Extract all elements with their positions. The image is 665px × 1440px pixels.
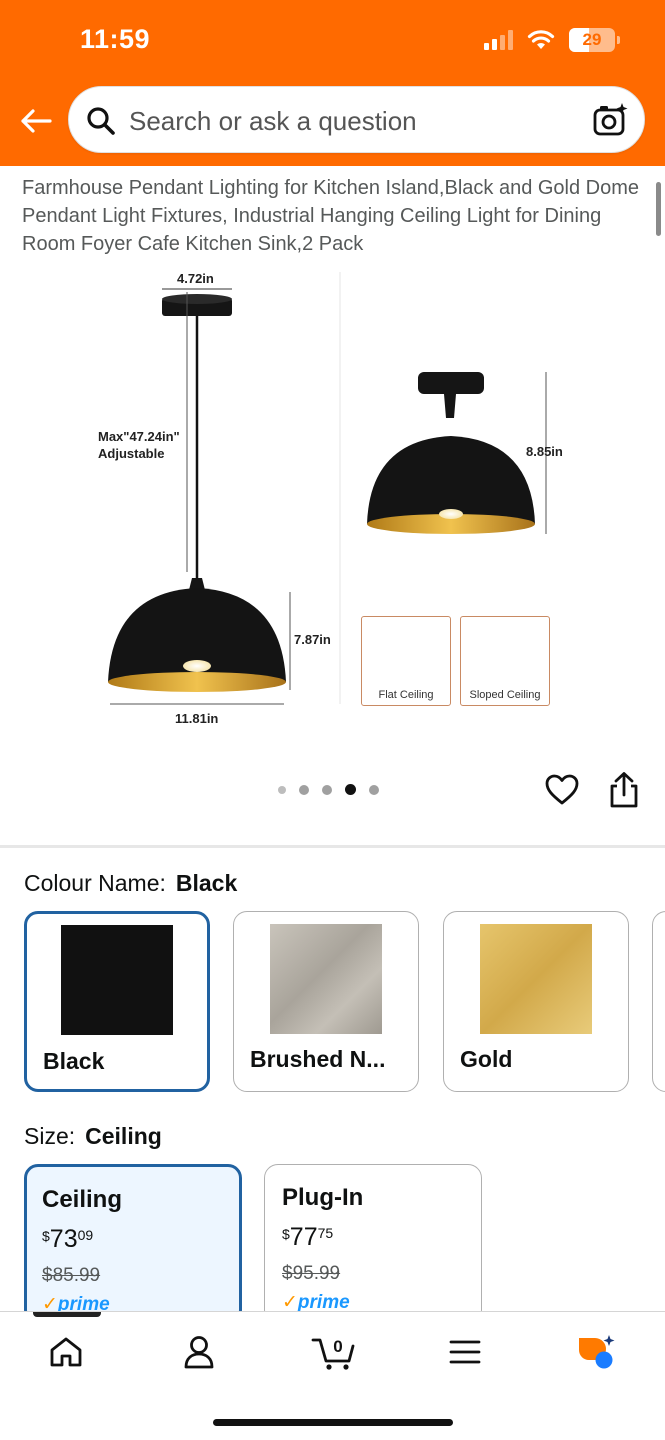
colour-name-row: Colour Name: Black <box>24 870 237 897</box>
size-option-price: $7309 <box>42 1225 94 1253</box>
colour-option-label: Gold <box>460 1046 513 1072</box>
colour-swatch-brushed-nickel <box>270 924 382 1034</box>
flat-ceiling-label: Flat Ceiling <box>378 689 434 701</box>
canopy-width-label: 4.72in <box>177 271 214 286</box>
section-divider <box>0 845 665 848</box>
back-arrow-icon <box>21 109 52 133</box>
status-icons: 29 <box>484 26 620 54</box>
size-option-was-price: $85.99 <box>42 1265 101 1286</box>
camera-search-icon[interactable] <box>590 101 630 141</box>
scrollbar[interactable] <box>656 182 661 236</box>
colour-name-label: Colour Name: <box>24 870 166 896</box>
bottom-nav: 0 <box>0 1311 665 1440</box>
account-icon <box>184 1336 214 1369</box>
home-indicator[interactable] <box>213 1419 453 1426</box>
cellular-signal-icon <box>484 30 513 50</box>
carousel-dot[interactable] <box>322 784 332 795</box>
nav-rufus[interactable] <box>574 1330 618 1374</box>
menu-icon <box>449 1340 481 1364</box>
carousel-dot[interactable] <box>369 784 379 795</box>
colour-option-gold[interactable]: Gold <box>443 911 629 1092</box>
size-option-name: Plug-In <box>282 1184 364 1211</box>
size-option-plug-in[interactable]: Plug-In $7775 $95.99 ✓prime <box>264 1164 482 1324</box>
colour-selected-value: Black <box>175 870 238 896</box>
sloped-ceiling-diagram: Sloped Ceiling <box>460 616 550 706</box>
nav-menu[interactable] <box>443 1330 487 1374</box>
search-bar[interactable]: Search or ask a question <box>68 86 645 153</box>
colour-option-black[interactable]: Black <box>24 911 210 1092</box>
shade-height-label: 7.87in <box>294 632 331 647</box>
carousel-dot[interactable] <box>299 784 309 795</box>
carousel-dot-active[interactable] <box>345 784 356 795</box>
back-button[interactable] <box>16 101 56 141</box>
cord-note-label: Adjustable <box>98 446 165 461</box>
status-time: 11:59 <box>80 24 151 54</box>
top-bar: 11:59 29 Search or ask a question <box>0 0 665 166</box>
battery-level: 29 <box>582 30 602 49</box>
size-option-was-price: $95.99 <box>282 1263 341 1284</box>
nav-account[interactable] <box>177 1330 221 1374</box>
battery-icon: 29 <box>569 28 620 52</box>
colour-swatch-black <box>61 925 173 1035</box>
nav-active-indicator <box>33 1312 101 1317</box>
size-option-price: $7775 <box>282 1223 334 1251</box>
home-icon <box>50 1337 82 1367</box>
carousel-dot[interactable] <box>278 785 286 794</box>
colour-swatch-gold <box>480 924 592 1034</box>
search-icon <box>87 107 115 135</box>
carousel-dots[interactable] <box>278 784 379 795</box>
flat-ceiling-diagram: Flat Ceiling <box>361 616 451 706</box>
size-option-name: Ceiling <box>42 1186 123 1213</box>
cart-count: 0 <box>333 1337 342 1356</box>
size-row: Size: Ceiling <box>24 1123 162 1150</box>
wifi-icon <box>527 30 555 49</box>
colour-option-brushed-nickel[interactable]: Brushed N... <box>233 911 419 1092</box>
rufus-assistant-icon <box>579 1335 615 1369</box>
sloped-ceiling-label: Sloped Ceiling <box>469 689 541 701</box>
prime-check-icon: ✓ <box>282 1292 298 1313</box>
nav-cart[interactable]: 0 <box>309 1330 359 1374</box>
search-input[interactable]: Search or ask a question <box>129 106 417 137</box>
shade-width-label: 11.81in <box>175 711 219 726</box>
size-selected-value: Ceiling <box>85 1123 162 1149</box>
colour-option-partial[interactable] <box>652 911 665 1092</box>
colour-option-label: Black <box>43 1048 105 1074</box>
wishlist-heart-icon[interactable] <box>544 772 580 808</box>
colour-option-label: Brushed N... <box>250 1046 386 1072</box>
product-title[interactable]: Farmhouse Pendant Lighting for Kitchen I… <box>22 174 642 258</box>
flush-height-label: 8.85in <box>526 444 563 459</box>
product-image[interactable]: 4.72in Max"47.24in" Adjustable 7.87in 11… <box>80 262 580 742</box>
cart-icon: 0 <box>311 1337 355 1370</box>
cord-length-label: Max"47.24in" <box>98 429 180 444</box>
nav-home[interactable] <box>44 1330 88 1374</box>
size-option-ceiling[interactable]: Ceiling $7309 $85.99 ✓prime <box>24 1164 242 1324</box>
size-label: Size: <box>24 1123 76 1149</box>
share-icon[interactable] <box>607 771 641 809</box>
